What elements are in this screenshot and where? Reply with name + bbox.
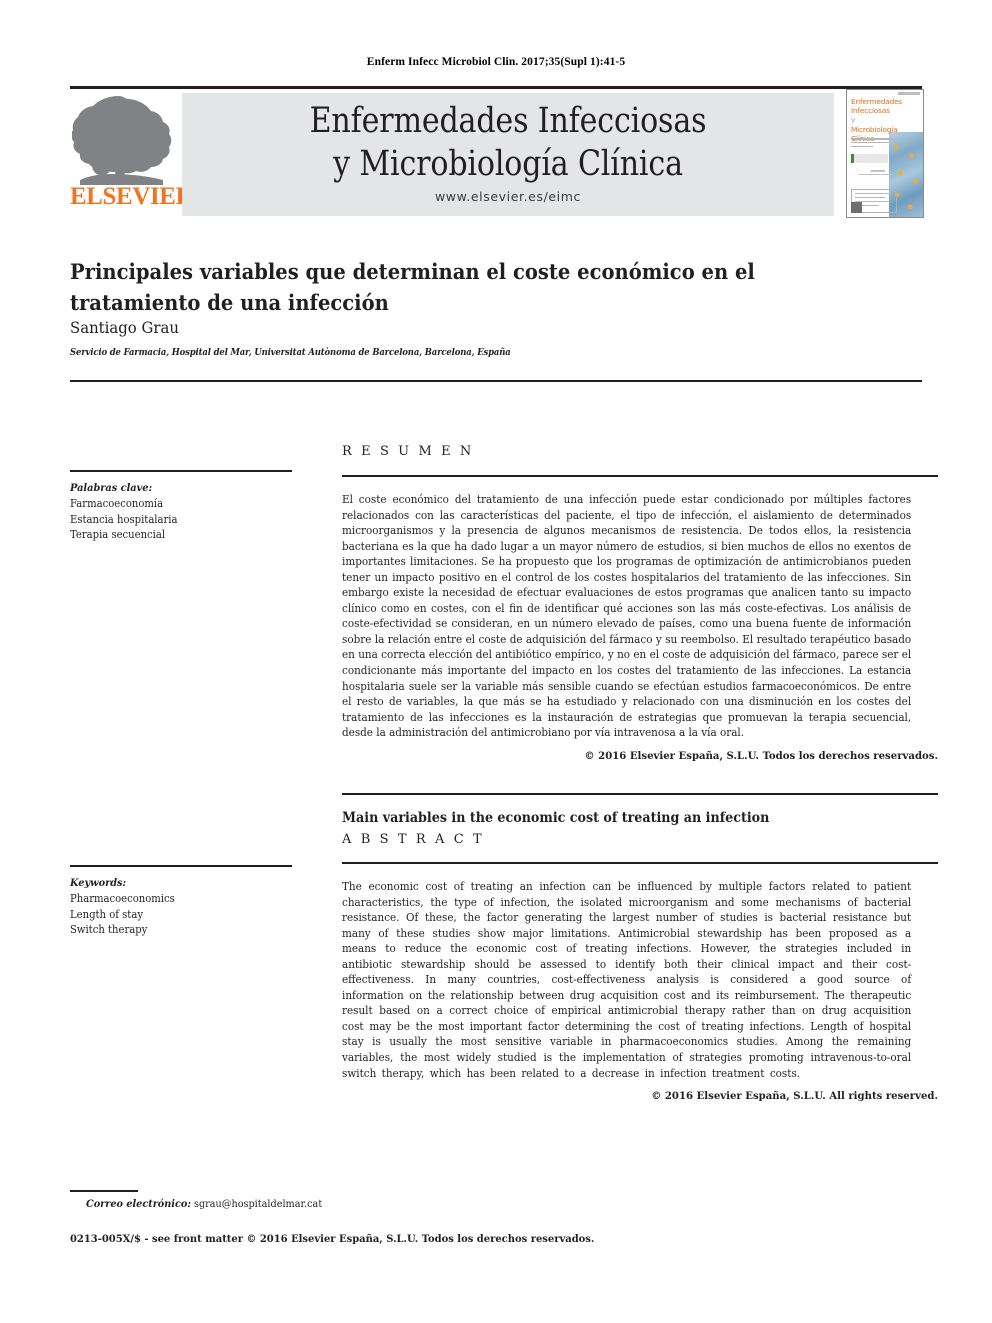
keyword-item: Pharmacoeconomics	[70, 892, 175, 905]
cover-title-line-3: y Microbiología	[851, 115, 901, 133]
resumen-rule	[342, 475, 938, 477]
cover-title-line-1: Enfermedades	[851, 97, 903, 106]
cover-publisher-mark	[851, 202, 862, 213]
keywords-es-heading: Palabras clave:	[70, 482, 153, 494]
elsevier-tree-icon	[72, 96, 172, 185]
author-name: Santiago Grau	[70, 318, 179, 337]
keywords-en-block: Keywords: Pharmacoeconomics Length of st…	[70, 865, 292, 938]
keyword-item: Estancia hospitalaria	[70, 512, 178, 526]
footnote-rule	[70, 1190, 138, 1192]
correspondence-note: Correo electrónico: sgrau@hospitaldelmar…	[86, 1198, 322, 1210]
header-divider	[70, 380, 922, 382]
journal-masthead: ELSEVIER Enfermedades Infecciosas y Micr…	[70, 86, 924, 218]
cover-title-conjunction: y	[851, 115, 856, 125]
abstract-copyright: © 2016 Elsevier España, S.L.U. All right…	[651, 1090, 938, 1103]
cover-meta-lines	[851, 138, 899, 149]
keywords-es-rule	[70, 470, 292, 472]
resumen-section: R E S U M E N El coste económico del tra…	[342, 444, 938, 762]
keywords-en-heading: Keywords:	[70, 877, 127, 889]
abstract-rule	[342, 862, 938, 864]
issn-copyright-line: 0213-005X/$ - see front matter © 2016 El…	[70, 1233, 595, 1245]
abstract-title: Main variables in the economic cost of t…	[342, 810, 770, 826]
journal-title-line-2: y Microbiología Clínica	[333, 144, 683, 184]
elsevier-logo: ELSEVIER	[70, 92, 194, 216]
cover-title: Enfermedades Infecciosas y Microbiología…	[851, 97, 903, 143]
page-title: Principales variables que determinan el …	[70, 259, 755, 316]
keyword-item: Terapia secuencial	[70, 528, 166, 541]
author-affiliation: Servicio de Farmacia, Hospital del Mar, …	[70, 347, 511, 358]
cover-title-line-2: Infecciosas	[851, 106, 890, 116]
abstract-top-divider	[342, 793, 938, 795]
resumen-label: R E S U M E N	[342, 444, 474, 459]
cover-badge	[851, 154, 888, 163]
elsevier-wordmark: ELSEVIER	[70, 183, 194, 210]
keyword-item: Switch therapy	[70, 923, 148, 936]
keywords-es-block: Palabras clave: Farmacoeconomía Estancia…	[70, 470, 292, 543]
running-head: Enferm Infecc Microbiol Clin. 2017;35(Su…	[366, 56, 626, 68]
keywords-en-rule	[70, 865, 292, 867]
journal-title: Enfermedades Infecciosas y Microbiología…	[228, 100, 789, 186]
abstract-body: The economic cost of treating an infecti…	[342, 880, 912, 1080]
masthead-top-rule	[70, 86, 922, 89]
cover-top-bar	[898, 92, 920, 95]
resumen-body: El coste económico del tratamiento de un…	[342, 493, 912, 740]
journal-cover-thumbnail: Enfermedades Infecciosas y Microbiología…	[846, 89, 924, 218]
journal-title-band: Enfermedades Infecciosas y Microbiología…	[182, 93, 834, 216]
abstract-label: A B S T R A C T	[342, 832, 485, 847]
resumen-copyright: © 2016 Elsevier España, S.L.U. Todos los…	[584, 749, 938, 762]
cover-title-word: Microbiología	[851, 124, 898, 134]
journal-article-page: Enferm Infecc Microbiol Clin. 2017;35(Su…	[0, 0, 992, 1323]
correspondence-label: Correo electrónico:	[86, 1198, 191, 1210]
abstract-section: Main variables in the economic cost of t…	[342, 810, 938, 1102]
correspondence-email[interactable]: sgrau@hospitaldelmar.cat	[194, 1198, 322, 1210]
cover-center-lines	[859, 170, 897, 178]
journal-url[interactable]: www.elsevier.es/eimc	[182, 189, 834, 204]
keyword-item: Farmacoeconomía	[70, 497, 164, 510]
keyword-item: Length of stay	[70, 907, 144, 921]
journal-title-line-1: Enfermedades Infecciosas	[309, 101, 707, 141]
